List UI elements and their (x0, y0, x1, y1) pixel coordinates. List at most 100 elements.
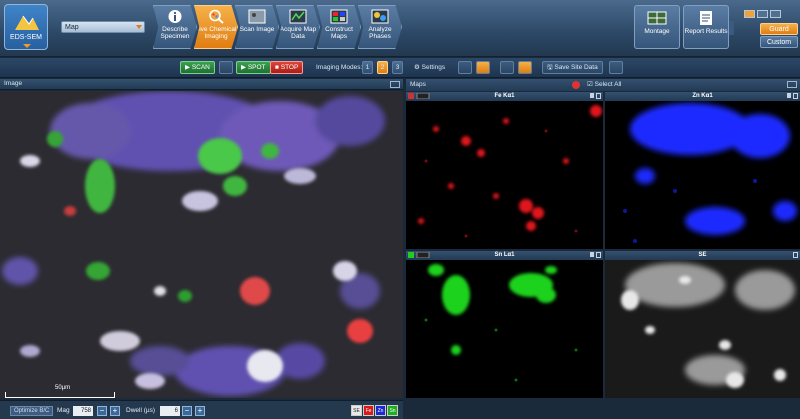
record-icon[interactable] (572, 81, 580, 89)
map-header: SE (605, 251, 800, 260)
spot-button[interactable]: ▶ SPOT (236, 61, 271, 74)
montage-icon (647, 11, 667, 25)
detector-fe[interactable]: Fe (363, 405, 374, 416)
dwell-increase-button[interactable]: + (195, 406, 205, 416)
montage-label: Montage (644, 28, 670, 35)
chevron-down-icon (136, 25, 142, 29)
imaging-mode-2[interactable]: 2 (377, 61, 388, 74)
workflow-live-chemical-imaging[interactable]: Live Chemical Imaging (194, 5, 238, 49)
scan-button[interactable]: ▶ SCAN (180, 61, 215, 74)
app-menu-button[interactable]: EDS-SEM (4, 4, 48, 50)
app-label: EDS-SEM (10, 34, 42, 41)
sn-map-image (406, 260, 603, 398)
workflow-label: Live Chemical Imaging (195, 26, 237, 40)
stop-button[interactable]: ■ STOP (270, 61, 304, 74)
maximize-icon[interactable] (596, 252, 601, 258)
save-site-data-button[interactable]: 🖫 Save Site Data (542, 61, 603, 74)
map-sn[interactable]: Sn Lα1 (406, 251, 603, 398)
scan-image-icon (248, 9, 266, 24)
layout-icon-1[interactable] (744, 10, 755, 18)
report-icon (700, 11, 712, 25)
workflow-label: Construct Maps (325, 26, 353, 40)
workflow-construct-maps[interactable]: Construct Maps (317, 5, 361, 49)
mag-input[interactable]: 758 (73, 406, 93, 416)
tool-icon-a[interactable] (500, 61, 514, 74)
lock-icon[interactable] (787, 93, 791, 98)
mode-select-value: Map (65, 24, 79, 31)
acquisition-toolbar: ▶ SCAN ▶ SPOT ■ STOP Imaging Modes: 1 2 … (0, 58, 800, 78)
map-label: Fe Kα1 (494, 93, 515, 99)
workflow-label: Analyze Phases (368, 26, 392, 40)
mag-decrease-button[interactable]: − (97, 406, 107, 416)
maps-pane-header: Maps ☑ Select All (406, 79, 800, 91)
map-header: Sn Lα1 (406, 251, 603, 260)
scale-label: 50µm (55, 385, 71, 391)
color-overlay-icon[interactable] (476, 61, 490, 74)
workflow-label: Describe Specimen (160, 26, 190, 40)
lock-icon[interactable] (590, 93, 594, 98)
report-dropdown-icon[interactable] (729, 21, 734, 35)
select-all-label: Select All (594, 81, 622, 88)
analyze-phases-icon (371, 9, 389, 24)
workflow-label: Acquire Map Data (279, 26, 317, 40)
pane-toggle-icon[interactable] (390, 81, 400, 88)
eds-sem-icon (15, 15, 39, 30)
workflow-describe-specimen[interactable]: Describe Specimen (153, 5, 197, 49)
dwell-decrease-button[interactable]: − (182, 406, 192, 416)
magnifier-icon (209, 9, 224, 24)
imaging-mode-3[interactable]: 3 (392, 61, 403, 74)
maximize-icon[interactable] (793, 252, 798, 258)
maps-pane-title: Maps (410, 81, 426, 88)
workflow-acquire-map-data[interactable]: Acquire Map Data (276, 5, 320, 49)
map-fe[interactable]: Fe Kα1 (406, 92, 603, 249)
stop-label: STOP (280, 64, 299, 71)
map-label: SE (698, 252, 707, 258)
settings-button[interactable]: ⚙ Settings (414, 61, 445, 74)
layout-icon-3[interactable] (770, 10, 781, 18)
guard-button[interactable]: Guard (760, 23, 798, 35)
detector-se[interactable]: SE (351, 405, 362, 416)
layout-switches (744, 5, 794, 18)
acquire-map-icon (289, 9, 307, 24)
workflow-analyze-phases[interactable]: Analyze Phases (358, 5, 402, 49)
layout-icon-2[interactable] (757, 10, 768, 18)
montage-button[interactable]: Montage (634, 5, 680, 49)
image-pane-header: Image (0, 79, 403, 90)
map-controls-icon[interactable] (408, 252, 430, 258)
custom-button[interactable]: Custom (760, 36, 798, 48)
optimize-bc-button[interactable]: Optimize B/C (10, 406, 54, 416)
zn-map-image (605, 101, 800, 249)
map-controls-icon[interactable] (408, 93, 430, 99)
report-label: Report Results (684, 28, 728, 35)
map-header: Zn Kα1 (605, 92, 800, 101)
mode-select[interactable]: Map (61, 21, 145, 33)
imaging-mode-1[interactable]: 1 (362, 61, 373, 74)
frame-icon[interactable] (219, 61, 233, 74)
live-image-view[interactable] (0, 91, 403, 398)
mag-increase-button[interactable]: + (110, 406, 120, 416)
map-zn[interactable]: Zn Kα1 (605, 92, 800, 249)
image-setup-icon[interactable] (458, 61, 472, 74)
se-map-image (605, 260, 800, 398)
dwell-input[interactable]: 6 (160, 406, 180, 416)
select-all-toggle[interactable]: ☑ Select All (587, 79, 621, 91)
construct-maps-icon (330, 9, 348, 24)
detector-zn[interactable]: Zn (375, 405, 386, 416)
tool-icon-b[interactable] (518, 61, 532, 74)
detector-sn[interactable]: Sn (387, 405, 398, 416)
maximize-icon[interactable] (596, 93, 601, 99)
imaging-modes-label: Imaging Modes: (316, 64, 363, 71)
map-se[interactable]: SE (605, 251, 800, 398)
live-chemical-image (0, 91, 403, 398)
dwell-label: Dwell (µs) (126, 407, 156, 414)
lock-icon[interactable] (590, 252, 594, 257)
ribbon: EDS-SEM Map Describe Specimen Live Chemi… (0, 0, 800, 57)
save-site-label: Save Site Data (554, 64, 598, 71)
report-results-button[interactable]: Report Results (683, 5, 734, 49)
pane-toggle-icon[interactable] (787, 81, 797, 88)
fe-map-image (406, 101, 603, 249)
scale-bar (5, 392, 115, 398)
folder-icon[interactable] (609, 61, 623, 74)
maximize-icon[interactable] (793, 93, 798, 99)
workflow-scan-image[interactable]: Scan Image (235, 5, 279, 49)
